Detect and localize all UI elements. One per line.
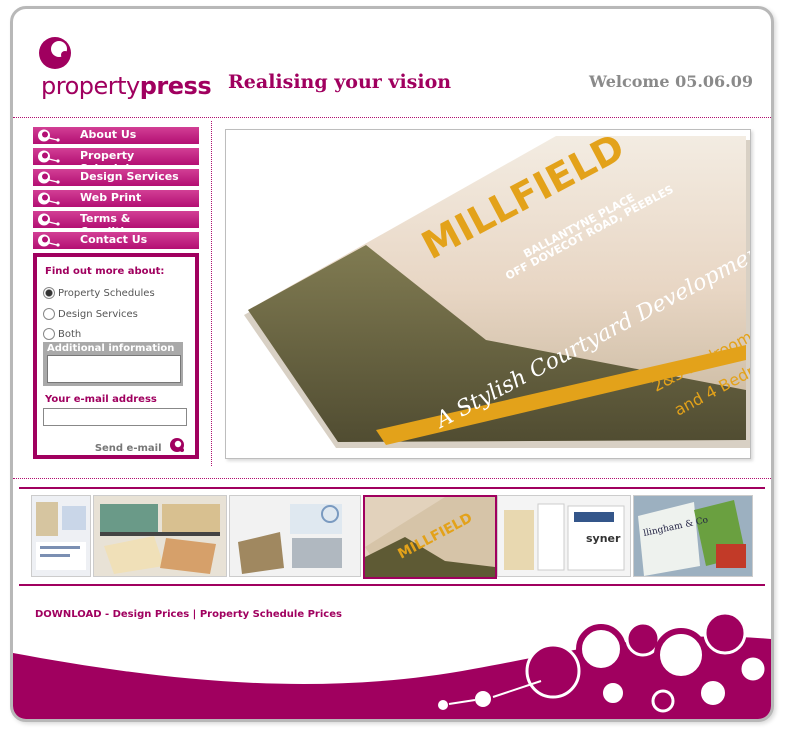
logo-text-bold: press	[139, 72, 212, 100]
thumbnail-text: syner	[586, 532, 621, 545]
logo-text: propertypress	[41, 72, 212, 100]
footer-wave-decoration	[13, 611, 771, 719]
additional-info-label: Additional information	[47, 343, 175, 354]
thumbnail-1[interactable]	[31, 495, 91, 577]
logo-text-light: property	[41, 72, 140, 100]
radio-button[interactable]	[43, 287, 55, 299]
nav-label: Design Services	[80, 170, 179, 183]
radio-label: Property Schedules	[58, 288, 155, 299]
thumbnail-image: syner	[504, 503, 625, 571]
circles-icon	[38, 213, 60, 226]
send-email-label: Send e-mail	[94, 443, 162, 454]
thumbnail-2[interactable]	[93, 495, 227, 577]
circles-icon	[38, 129, 60, 142]
thumbnail-image: llingham & Co	[638, 500, 746, 576]
radio-label: Both	[58, 329, 82, 340]
welcome-date: Welcome 05.06.09	[589, 72, 753, 91]
thumbnail-6[interactable]: llingham & Co	[633, 495, 753, 577]
thumbnail-image	[238, 504, 342, 574]
sidebar-nav: About Us Property Schedules Design Servi…	[33, 127, 199, 253]
thumbnail-3[interactable]	[229, 495, 361, 577]
form-title: Find out more about:	[45, 266, 165, 277]
nav-label: About Us	[80, 128, 137, 141]
radio-label: Design Services	[58, 309, 138, 320]
gallery-bottom-rule	[19, 584, 765, 586]
nav-item-terms-conditions[interactable]: Terms & Conditions	[33, 211, 199, 238]
nav-item-contact-us[interactable]: Contact Us	[33, 232, 199, 249]
gallery-top-divider	[13, 478, 771, 479]
thumbnail-image: MILLFIELD	[365, 497, 495, 577]
nav-item-about-us[interactable]: About Us	[33, 127, 199, 144]
send-email-button[interactable]: Send e-mail	[95, 433, 187, 454]
nav-item-property-schedules[interactable]: Property Schedules	[33, 148, 199, 175]
thumbnail-image	[36, 502, 86, 570]
brochure-image: MILLFIELD BALLANTYNE PLACE OFF DOVECOT R…	[226, 130, 750, 458]
thumbnail-5[interactable]: syner	[497, 495, 631, 577]
nav-item-web-print[interactable]: Web Print	[33, 190, 199, 207]
nav-item-design-services[interactable]: Design Services	[33, 169, 199, 186]
circles-icon	[38, 234, 60, 247]
additional-info-panel: Additional information	[43, 342, 183, 386]
enquiry-form: Find out more about: Property Schedules …	[33, 253, 199, 459]
email-field[interactable]	[43, 408, 187, 426]
header-divider	[13, 117, 771, 118]
circles-icon	[38, 192, 60, 205]
thumbnail-image	[100, 504, 220, 574]
radio-both[interactable]: Both	[43, 328, 81, 340]
thumbnail-4[interactable]: MILLFIELD	[363, 495, 497, 579]
send-circles-icon	[170, 438, 184, 452]
nav-label: Contact Us	[80, 233, 148, 246]
nav-label: Web Print	[80, 191, 142, 204]
radio-property-schedules[interactable]: Property Schedules	[43, 287, 155, 299]
page-frame: propertypress Realising your vision Welc…	[10, 6, 774, 722]
radio-button[interactable]	[43, 328, 55, 340]
thumbnail-gallery: MILLFIELD syner llingham & Co	[31, 495, 755, 579]
gallery-top-rule	[19, 487, 765, 489]
circles-icon	[38, 171, 60, 184]
tagline: Realising your vision	[228, 71, 452, 93]
sidebar-divider	[211, 121, 212, 466]
additional-info-textarea[interactable]	[47, 355, 181, 383]
radio-button[interactable]	[43, 308, 55, 320]
circles-icon	[38, 150, 60, 163]
radio-design-services[interactable]: Design Services	[43, 308, 138, 320]
email-label: Your e-mail address	[45, 394, 157, 405]
hero-image: MILLFIELD BALLANTYNE PLACE OFF DOVECOT R…	[225, 129, 751, 459]
